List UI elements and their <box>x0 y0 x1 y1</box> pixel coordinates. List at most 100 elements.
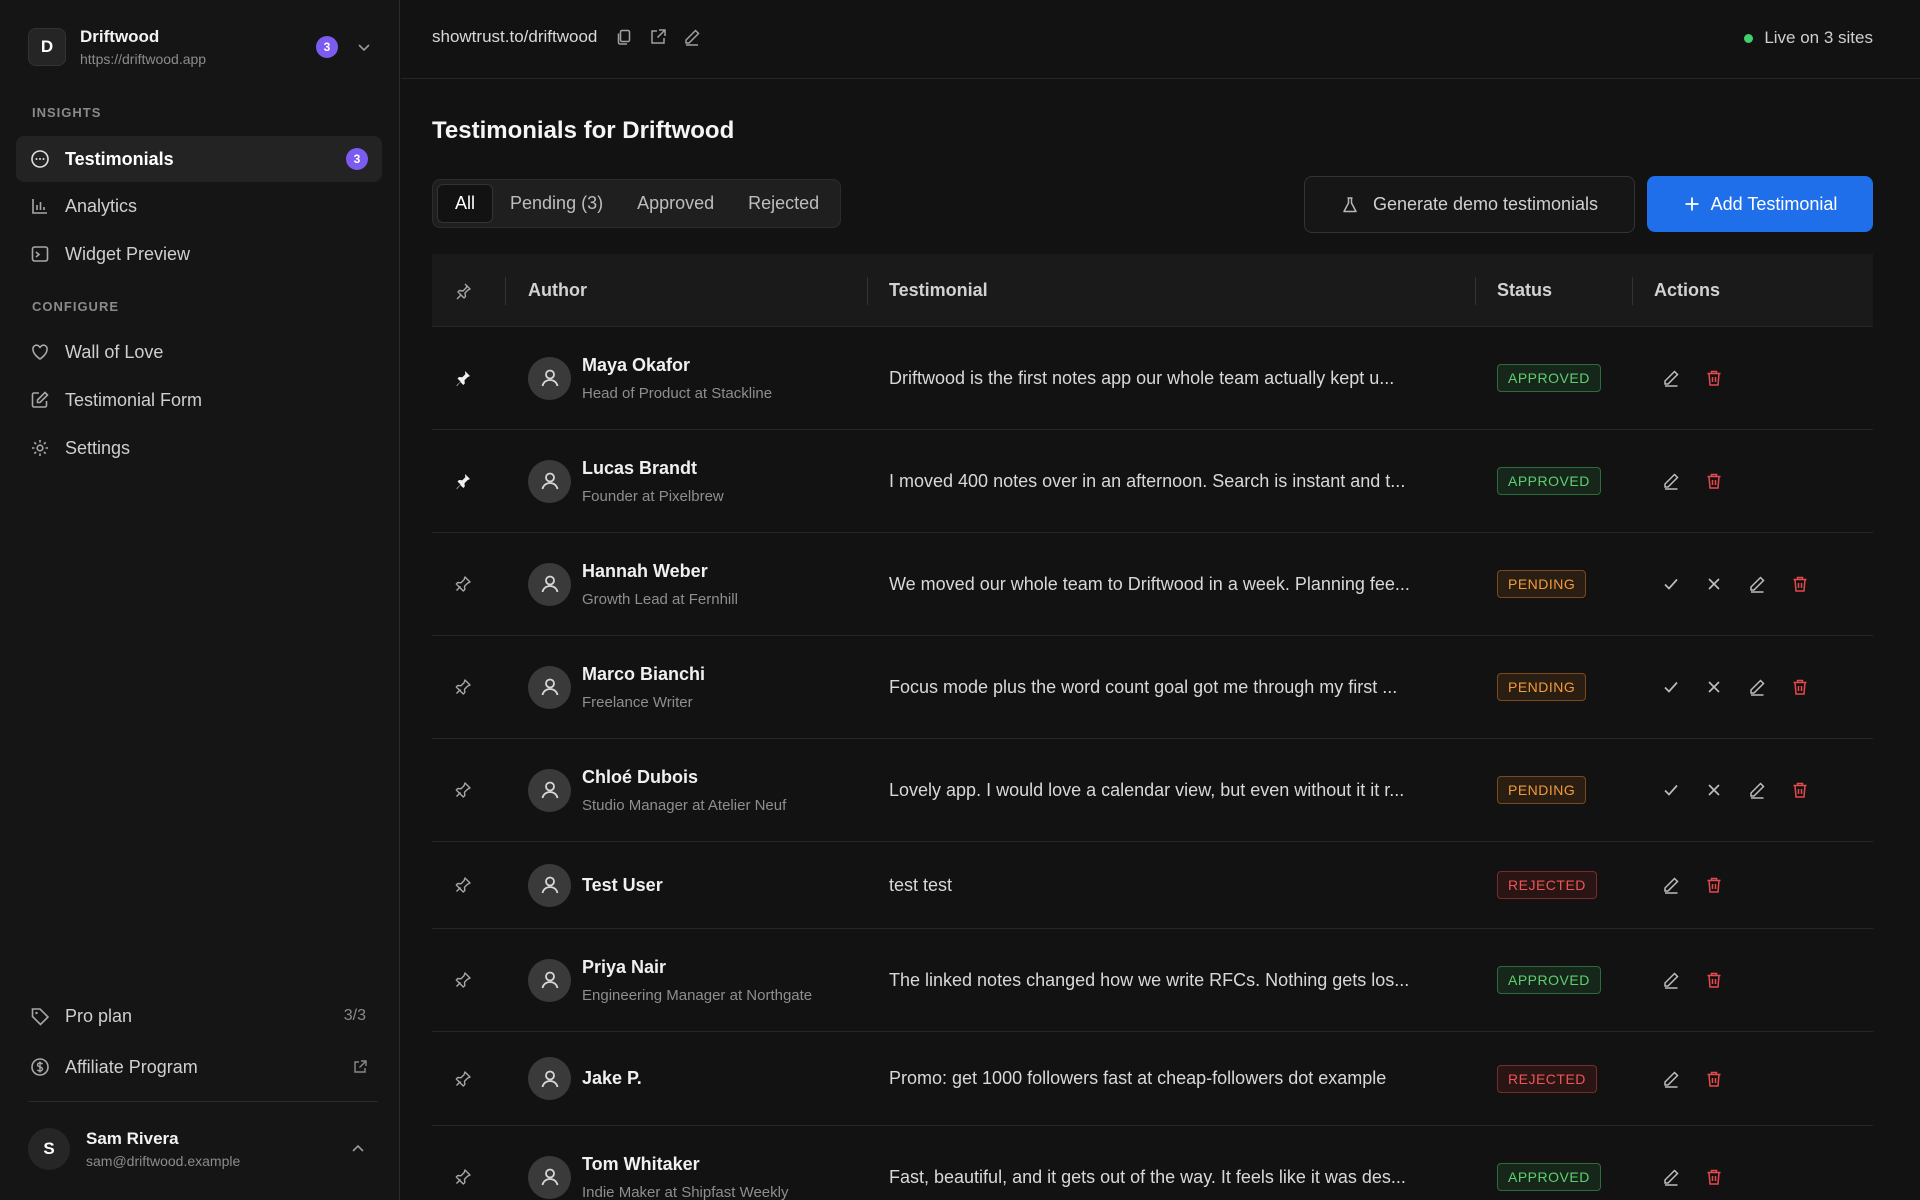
delete-trash-icon[interactable] <box>1703 1068 1725 1090</box>
external-link-icon[interactable] <box>649 28 667 46</box>
testimonial-text[interactable]: I moved 400 notes over in an afternoon. … <box>889 430 1449 532</box>
live-dot-icon <box>1744 33 1754 43</box>
edit-pencil-icon[interactable] <box>1660 470 1682 492</box>
delete-trash-icon[interactable] <box>1703 470 1725 492</box>
status-cell: APPROVED <box>1497 1126 1601 1200</box>
reject-x-icon[interactable] <box>1703 676 1725 698</box>
delete-trash-icon[interactable] <box>1703 874 1725 896</box>
author-name: Test User <box>582 874 663 895</box>
user-avatar-icon <box>528 1057 571 1100</box>
edit-pencil-icon[interactable] <box>1660 367 1682 389</box>
status-cell: APPROVED <box>1497 430 1601 532</box>
status-badge: REJECTED <box>1497 1064 1597 1093</box>
status-badge: APPROVED <box>1497 1163 1601 1191</box>
table-row: Test User test test REJECTED <box>432 842 1873 929</box>
sidebar-item-label: Settings <box>65 437 131 458</box>
live-status: Live on 3 sites <box>1744 28 1873 48</box>
delete-trash-icon[interactable] <box>1789 779 1811 801</box>
sidebar-item-settings[interactable]: Settings <box>16 425 382 471</box>
status-cell: APPROVED <box>1497 327 1601 429</box>
edit-pencil-icon[interactable] <box>1660 1068 1682 1090</box>
testimonials-badge: 3 <box>346 148 368 170</box>
chevron-down-icon[interactable] <box>356 39 372 55</box>
testimonial-text[interactable]: Lovely app. I would love a calendar view… <box>889 739 1449 841</box>
testimonial-text[interactable]: Focus mode plus the word count goal got … <box>889 636 1449 738</box>
author-info: Priya Nair Engineering Manager at Northga… <box>582 957 812 1004</box>
testimonial-text[interactable]: We moved our whole team to Driftwood in … <box>889 533 1449 635</box>
page-title: Testimonials for Driftwood <box>432 117 735 144</box>
edit-pencil-icon[interactable] <box>1660 969 1682 991</box>
author-cell: Chloé Dubois Studio Manager at Atelier Ne… <box>528 739 786 841</box>
row-actions <box>1660 1032 1746 1125</box>
testimonial-text[interactable]: Driftwood is the first notes app our who… <box>889 327 1449 429</box>
tab-rejected[interactable]: Rejected <box>731 184 836 223</box>
tag-icon <box>29 1005 51 1027</box>
status-badge: PENDING <box>1497 673 1587 701</box>
user-menu[interactable]: S Sam Rivera sam@driftwood.example <box>28 1128 378 1170</box>
tab-all[interactable]: All <box>437 184 494 223</box>
author-cell: Tom Whitaker Indie Maker at Shipfast Week… <box>528 1126 788 1200</box>
section-label-insights: INSIGHTS <box>32 105 102 120</box>
author-name: Hannah Weber <box>582 560 708 581</box>
edit-pencil-icon[interactable] <box>1746 676 1768 698</box>
testimonial-text[interactable]: Promo: get 1000 followers fast at cheap-… <box>889 1032 1449 1125</box>
edit-pencil-icon[interactable] <box>1746 573 1768 595</box>
pin-icon[interactable] <box>454 636 472 738</box>
pencil-icon[interactable] <box>683 28 701 46</box>
chevron-up-icon[interactable] <box>350 1141 366 1157</box>
tab-pending[interactable]: Pending (3) <box>493 184 620 223</box>
row-actions <box>1660 842 1746 928</box>
reject-x-icon[interactable] <box>1703 573 1725 595</box>
bar-chart-icon <box>29 195 51 217</box>
share-url[interactable]: showtrust.to/driftwood <box>432 27 597 47</box>
author-name: Priya Nair <box>582 956 667 977</box>
workspace-name: Driftwood <box>80 27 160 46</box>
pin-filled-icon[interactable] <box>454 327 472 429</box>
pin-icon[interactable] <box>454 1126 472 1200</box>
add-testimonial-button[interactable]: Add Testimonial <box>1647 176 1873 232</box>
testimonial-text[interactable]: test test <box>889 842 1449 928</box>
pin-icon[interactable] <box>454 842 472 928</box>
edit-pencil-icon[interactable] <box>1746 779 1768 801</box>
author-role: Growth Lead at Fernhill <box>582 590 738 608</box>
sidebar-item-affiliate-program[interactable]: Affiliate Program <box>16 1044 382 1090</box>
approve-check-icon[interactable] <box>1660 779 1682 801</box>
edit-pencil-icon[interactable] <box>1660 1166 1682 1188</box>
author-name: Maya Okafor <box>582 354 691 375</box>
table-header: Author Testimonial Status Actions <box>432 254 1873 327</box>
sidebar-item-pro-plan[interactable]: Pro plan 3/3 <box>16 993 382 1039</box>
edit-form-icon <box>29 389 51 411</box>
delete-trash-icon[interactable] <box>1789 676 1811 698</box>
sidebar-item-testimonial-form[interactable]: Testimonial Form <box>16 377 382 423</box>
generate-demo-button[interactable]: Generate demo testimonials <box>1304 176 1635 233</box>
testimonial-text[interactable]: Fast, beautiful, and it gets out of the … <box>889 1126 1449 1200</box>
tab-approved[interactable]: Approved <box>620 184 731 223</box>
author-role: Freelance Writer <box>582 693 693 711</box>
edit-pencil-icon[interactable] <box>1660 874 1682 896</box>
author-role: Studio Manager at Atelier Neuf <box>582 796 787 814</box>
delete-trash-icon[interactable] <box>1703 367 1725 389</box>
status-cell: REJECTED <box>1497 1032 1597 1125</box>
sidebar-item-analytics[interactable]: Analytics <box>16 183 382 229</box>
approve-check-icon[interactable] <box>1660 676 1682 698</box>
approve-check-icon[interactable] <box>1660 573 1682 595</box>
delete-trash-icon[interactable] <box>1703 969 1725 991</box>
workspace-switcher[interactable]: D Driftwood https://driftwood.app 3 <box>28 26 372 68</box>
delete-trash-icon[interactable] <box>1789 573 1811 595</box>
pin-filled-icon[interactable] <box>454 430 472 532</box>
copy-icon[interactable] <box>615 28 633 46</box>
sidebar-item-testimonials[interactable]: Testimonials 3 <box>16 136 382 182</box>
workspace-url: https://driftwood.app <box>80 51 207 67</box>
pin-icon[interactable] <box>454 1032 472 1125</box>
sidebar-item-wall-of-love[interactable]: Wall of Love <box>16 329 382 375</box>
table-row: Marco Bianchi Freelance Writer Focus mode … <box>432 636 1873 739</box>
user-avatar-icon <box>528 665 571 709</box>
delete-trash-icon[interactable] <box>1703 1166 1725 1188</box>
pin-icon[interactable] <box>454 533 472 635</box>
pin-icon[interactable] <box>454 739 472 841</box>
sidebar: D Driftwood https://driftwood.app 3 INSI… <box>0 0 400 1200</box>
reject-x-icon[interactable] <box>1703 779 1725 801</box>
pin-icon[interactable] <box>454 929 472 1031</box>
testimonial-text[interactable]: The linked notes changed how we write RF… <box>889 929 1449 1031</box>
sidebar-item-widget-preview[interactable]: Widget Preview <box>16 231 382 277</box>
